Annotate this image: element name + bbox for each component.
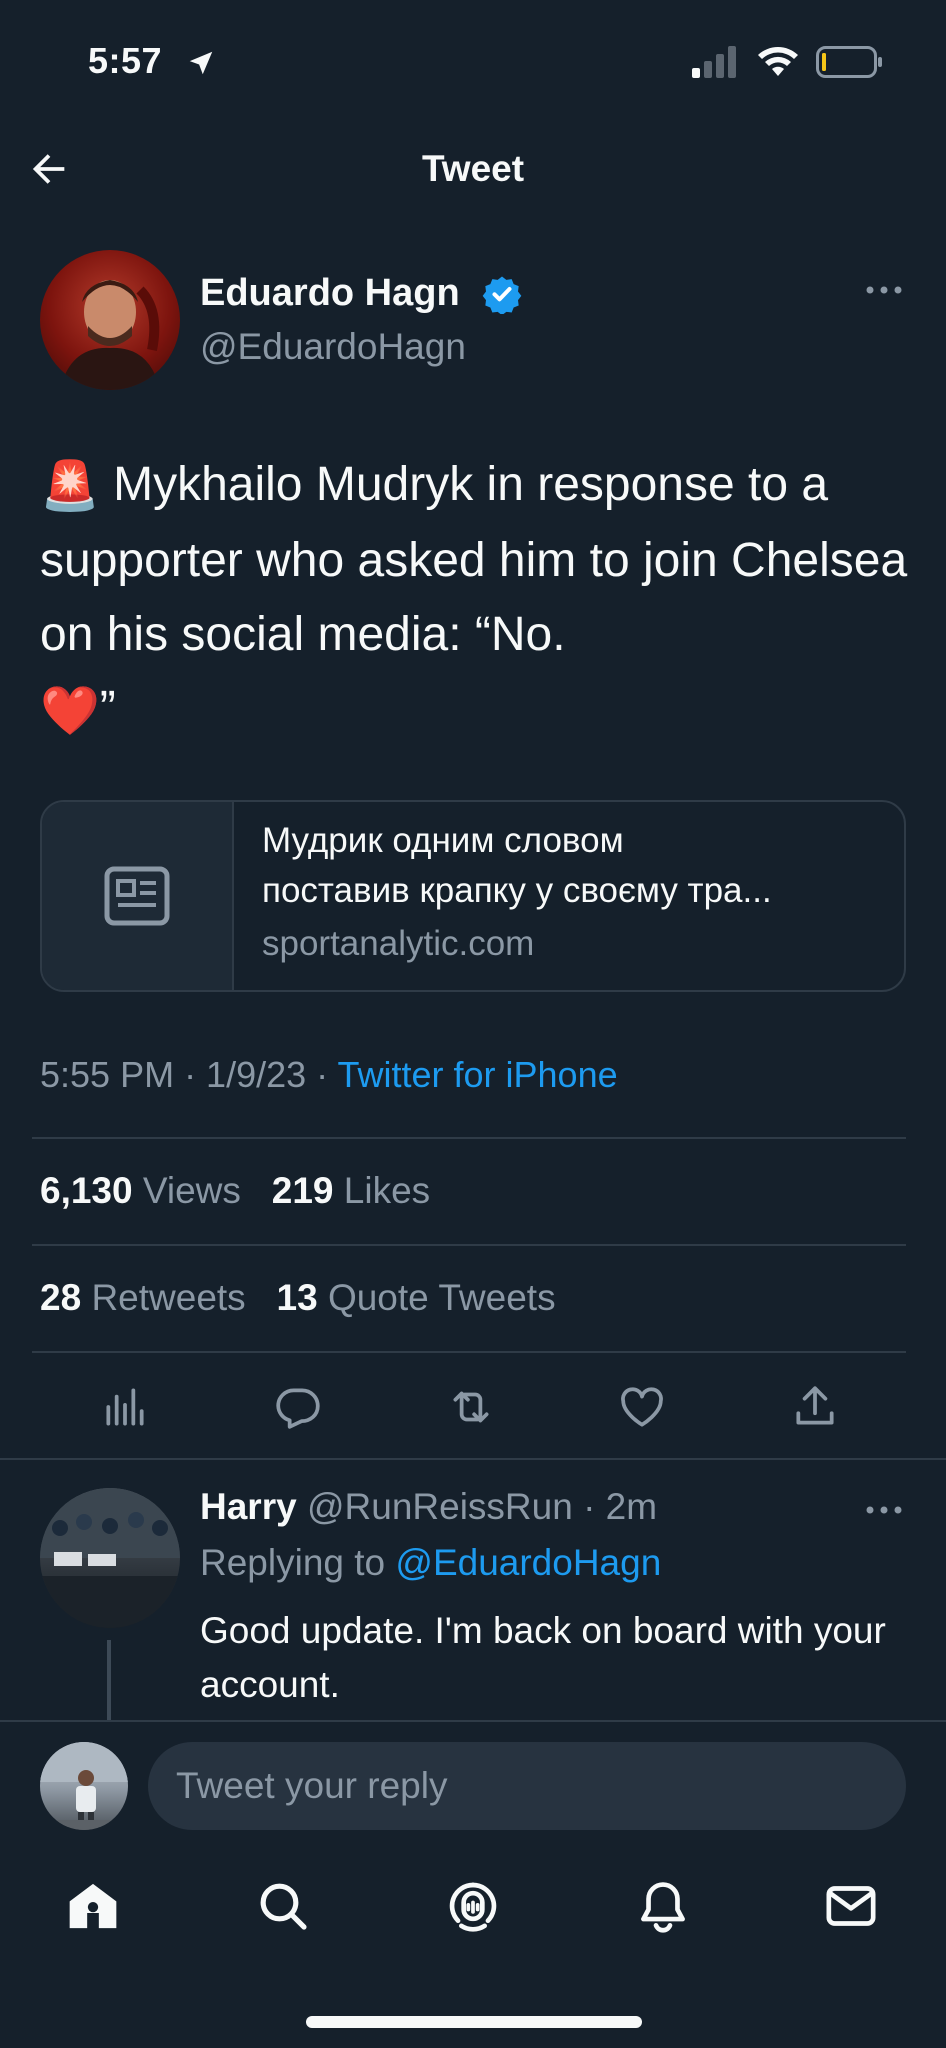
home-icon[interactable] <box>65 1878 121 1934</box>
messages-icon[interactable] <box>823 1878 879 1934</box>
tweet-text: 🚨 Mykhailo Mudryk in response to a suppo… <box>40 448 910 749</box>
reply-text: Good update. I'm back on board with your… <box>200 1610 886 1705</box>
reply-header: Harry @RunReissRun · 2m <box>200 1486 657 1528</box>
tweet-meta: 5:55 PM · 1/9/23 · Twitter for iPhone <box>40 1054 618 1096</box>
link-card[interactable]: Мудрик одним словом поставив крапку у св… <box>40 800 906 992</box>
search-icon[interactable] <box>255 1878 311 1934</box>
tweet-quote-close: ” <box>99 682 116 736</box>
battery-icon <box>816 46 882 78</box>
reply-tweet[interactable]: Harry @RunReissRun · 2m Replying to @Edu… <box>0 1460 946 1720</box>
police-light-emoji: 🚨 <box>40 460 100 514</box>
verified-badge-icon <box>482 276 522 314</box>
views-label: Views <box>142 1170 241 1211</box>
tweet-source-link[interactable]: Twitter for iPhone <box>338 1054 618 1095</box>
tweet-author: Eduardo Hagn @EduardoHagn <box>40 250 906 395</box>
retweets-label: Retweets <box>91 1277 246 1318</box>
reply-avatar[interactable] <box>40 1488 180 1628</box>
red-heart-emoji: ❤️ <box>40 684 100 738</box>
divider <box>32 1351 906 1353</box>
quotes-count: 13 <box>276 1277 318 1318</box>
reply-handle-time: @RunReissRun · 2m <box>306 1486 658 1527</box>
article-icon <box>104 866 170 926</box>
link-thumbnail <box>42 802 234 990</box>
location-arrow-icon <box>189 51 213 75</box>
more-options-icon[interactable] <box>862 280 906 300</box>
notifications-icon[interactable] <box>635 1878 691 1934</box>
tweet-timestamp: 5:55 PM · 1/9/23 · <box>40 1054 338 1095</box>
more-options-icon[interactable] <box>862 1500 906 1520</box>
divider <box>32 1244 906 1246</box>
tweet-actions <box>0 1368 946 1448</box>
author-handle[interactable]: @EduardoHagn <box>200 326 466 368</box>
page-title: Tweet <box>421 148 525 189</box>
retweets-count: 28 <box>40 1277 82 1318</box>
reply-input[interactable] <box>148 1742 906 1830</box>
stats-views-likes: 6,130 Views 219 Likes <box>40 1170 430 1212</box>
likes-stat[interactable]: 219 Likes <box>272 1170 430 1211</box>
tweet-body: Mykhailo Mudryk in response to a support… <box>40 458 908 662</box>
quotes-label: Quote Tweets <box>327 1277 556 1318</box>
likes-label: Likes <box>343 1170 431 1211</box>
reply-author-name[interactable]: Harry <box>200 1486 297 1527</box>
cellular-signal-icon <box>692 46 736 78</box>
stats-retweets-quotes: 28 Retweets 13 Quote Tweets <box>40 1277 556 1319</box>
retweets-stat[interactable]: 28 Retweets <box>40 1277 246 1318</box>
views-count: 6,130 <box>40 1170 133 1211</box>
replying-mention-link[interactable]: @EduardoHagn <box>395 1542 661 1583</box>
likes-count: 219 <box>271 1170 334 1211</box>
current-user-avatar <box>40 1742 128 1830</box>
bottom-tab-bar <box>0 1850 946 1960</box>
author-name[interactable]: Eduardo Hagn <box>200 272 460 315</box>
replying-to: Replying to @EduardoHagn <box>200 1542 662 1583</box>
divider <box>32 1137 906 1139</box>
status-time: 5:57 <box>88 40 163 81</box>
analytics-icon[interactable] <box>100 1382 150 1432</box>
reply-icon[interactable] <box>273 1382 323 1432</box>
link-title: Мудрик одним словом поставив крапку у св… <box>262 821 772 910</box>
spaces-icon[interactable] <box>445 1878 501 1934</box>
quotes-stat[interactable]: 13 Quote Tweets <box>277 1277 556 1318</box>
wifi-icon <box>758 47 798 76</box>
retweet-icon[interactable] <box>446 1382 496 1432</box>
share-icon[interactable] <box>790 1382 840 1432</box>
status-bar: 5:57 <box>0 0 946 120</box>
thread-line <box>107 1640 111 1720</box>
home-indicator <box>306 2016 642 2028</box>
author-avatar[interactable] <box>40 250 180 390</box>
link-domain: sportanalytic.com <box>262 924 535 963</box>
reply-composer <box>0 1720 946 1850</box>
like-icon[interactable] <box>617 1382 667 1432</box>
nav-header: Tweet <box>0 130 946 210</box>
